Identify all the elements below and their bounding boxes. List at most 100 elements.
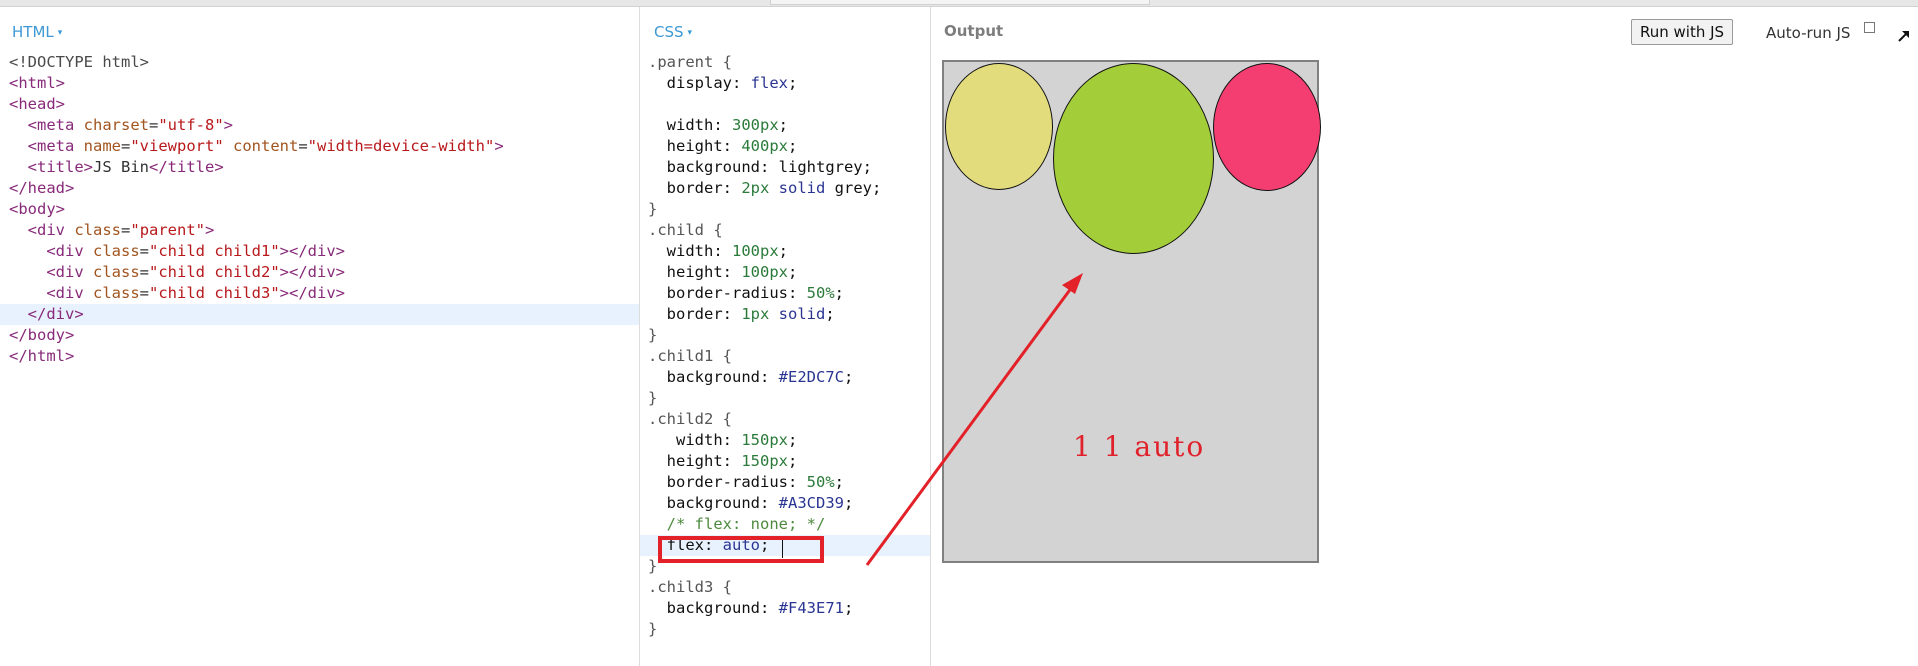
code-token: #F43E71 bbox=[778, 599, 844, 617]
css-code-line[interactable]: height: 400px; bbox=[648, 136, 881, 157]
css-code-line[interactable]: } bbox=[648, 619, 881, 640]
css-code-line[interactable]: width: 150px; bbox=[648, 430, 881, 451]
top-tab[interactable] bbox=[770, 0, 1150, 5]
html-code-line[interactable]: <meta name="viewport" content="width=dev… bbox=[9, 136, 504, 157]
code-token: } bbox=[648, 557, 658, 575]
code-token: } bbox=[648, 389, 658, 407]
css-code-line[interactable]: .child3 { bbox=[648, 577, 881, 598]
code-token: #E2DC7C bbox=[778, 368, 844, 386]
code-token: ; bbox=[788, 263, 798, 281]
chevron-down-icon[interactable]: ▾ bbox=[688, 28, 693, 38]
code-token: = bbox=[139, 284, 150, 302]
flex-parent-demo bbox=[942, 60, 1321, 563]
code-token: } bbox=[648, 200, 658, 218]
html-code-line[interactable]: </body> bbox=[9, 325, 504, 346]
html-code-line[interactable]: </div> bbox=[9, 304, 504, 325]
code-token: 1px bbox=[741, 305, 779, 323]
auto-run-js-checkbox[interactable] bbox=[1864, 22, 1875, 33]
code-token: <meta bbox=[27, 116, 84, 134]
code-token: class bbox=[93, 284, 140, 302]
code-token: height: bbox=[666, 452, 742, 470]
html-code-line[interactable]: <title>JS Bin</title> bbox=[9, 157, 504, 178]
html-code-line[interactable]: <div class="parent"> bbox=[9, 220, 504, 241]
html-code-line[interactable]: <meta charset="utf-8"> bbox=[9, 115, 504, 136]
code-token: = bbox=[298, 137, 308, 155]
css-code-line[interactable]: .child { bbox=[648, 220, 881, 241]
code-token: background: bbox=[666, 368, 779, 386]
css-code-line[interactable]: width: 100px; bbox=[648, 241, 881, 262]
code-token: ; bbox=[788, 137, 798, 155]
css-code-line[interactable] bbox=[648, 94, 881, 115]
code-token: .child3 { bbox=[648, 578, 732, 596]
code-token: background: bbox=[666, 599, 779, 617]
chevron-down-icon[interactable]: ▾ bbox=[58, 28, 63, 38]
css-label-text[interactable]: CSS bbox=[654, 23, 684, 41]
code-token: > bbox=[223, 116, 234, 134]
html-code-line[interactable]: <div class="child child1"></div> bbox=[9, 241, 504, 262]
code-token: width: bbox=[666, 116, 732, 134]
css-code-line[interactable]: } bbox=[648, 199, 881, 220]
css-code-line[interactable]: background: lightgrey; bbox=[648, 157, 881, 178]
code-token: "viewport" bbox=[130, 137, 224, 155]
code-token: height: bbox=[666, 137, 742, 155]
code-token: JS Bin bbox=[93, 158, 149, 176]
popout-arrow-icon[interactable] bbox=[1894, 27, 1914, 47]
css-code-line[interactable]: height: 100px; bbox=[648, 262, 881, 283]
code-token: /* flex: none; */ bbox=[666, 515, 826, 533]
code-token: > bbox=[205, 221, 215, 239]
css-code-line[interactable]: border-radius: 50%; bbox=[648, 472, 881, 493]
html-panel-label[interactable]: HTML ▾ bbox=[12, 23, 62, 41]
code-token: ></div> bbox=[279, 263, 345, 281]
html-code-line[interactable]: </head> bbox=[9, 178, 504, 199]
child3-circle bbox=[1213, 63, 1321, 191]
code-token: ; bbox=[778, 242, 789, 260]
code-token: "child child3" bbox=[149, 284, 280, 302]
code-token: </head> bbox=[9, 179, 75, 197]
css-code-line[interactable]: width: 300px; bbox=[648, 115, 881, 136]
code-token: </title> bbox=[149, 158, 224, 176]
html-code-line[interactable]: <div class="child child2"></div> bbox=[9, 262, 504, 283]
run-with-js-button[interactable]: Run with JS bbox=[1631, 19, 1734, 45]
html-code-line[interactable]: <head> bbox=[9, 94, 504, 115]
code-token: background: bbox=[666, 158, 779, 176]
css-code-line[interactable]: } bbox=[648, 388, 881, 409]
css-code-line[interactable]: height: 150px; bbox=[648, 451, 881, 472]
code-token: .parent { bbox=[648, 53, 732, 71]
code-token: solid bbox=[778, 305, 826, 323]
html-label-text[interactable]: HTML bbox=[12, 23, 54, 41]
css-code-line[interactable]: } bbox=[648, 325, 881, 346]
css-code-line[interactable]: border: 1px solid; bbox=[648, 304, 881, 325]
html-code-editor[interactable]: <!DOCTYPE html> <html> <head> <meta charse… bbox=[9, 52, 504, 367]
code-token: background: bbox=[666, 494, 779, 512]
css-code-line[interactable]: background: #F43E71; bbox=[648, 598, 881, 619]
css-code-line[interactable]: display: flex; bbox=[648, 73, 881, 94]
css-code-line[interactable]: border: 2px solid grey; bbox=[648, 178, 882, 199]
code-token: display: bbox=[666, 74, 751, 92]
css-panel: CSS ▾ .parent { display: flex; width: 300… bbox=[640, 7, 931, 666]
css-code-line[interactable]: .child2 { bbox=[648, 409, 881, 430]
css-code-line[interactable]: background: #E2DC7C; bbox=[648, 367, 881, 388]
html-code-line[interactable]: </html> bbox=[9, 346, 504, 367]
code-token: height: bbox=[666, 263, 742, 281]
css-code-line[interactable]: .parent { bbox=[648, 52, 881, 73]
html-code-line[interactable]: <!DOCTYPE html> bbox=[9, 52, 504, 73]
html-code-line[interactable]: <div class="child child3"></div> bbox=[9, 283, 504, 304]
css-code-line[interactable]: background: #A3CD39; bbox=[648, 493, 881, 514]
html-code-line[interactable]: <html> bbox=[9, 73, 504, 94]
code-token: ; bbox=[788, 431, 798, 449]
code-token: </body> bbox=[9, 326, 75, 344]
code-token: 100px bbox=[732, 242, 779, 260]
code-token: = bbox=[121, 137, 131, 155]
code-token: content bbox=[223, 137, 299, 155]
html-code-line[interactable]: <body> bbox=[9, 199, 504, 220]
css-code-line[interactable]: .child1 { bbox=[648, 346, 881, 367]
css-code-line[interactable]: border-radius: 50%; bbox=[648, 283, 881, 304]
code-token: ; bbox=[788, 452, 798, 470]
code-token: class bbox=[93, 263, 140, 281]
css-code-line[interactable]: /* flex: none; */ bbox=[648, 514, 881, 535]
css-panel-label[interactable]: CSS ▾ bbox=[654, 23, 692, 41]
